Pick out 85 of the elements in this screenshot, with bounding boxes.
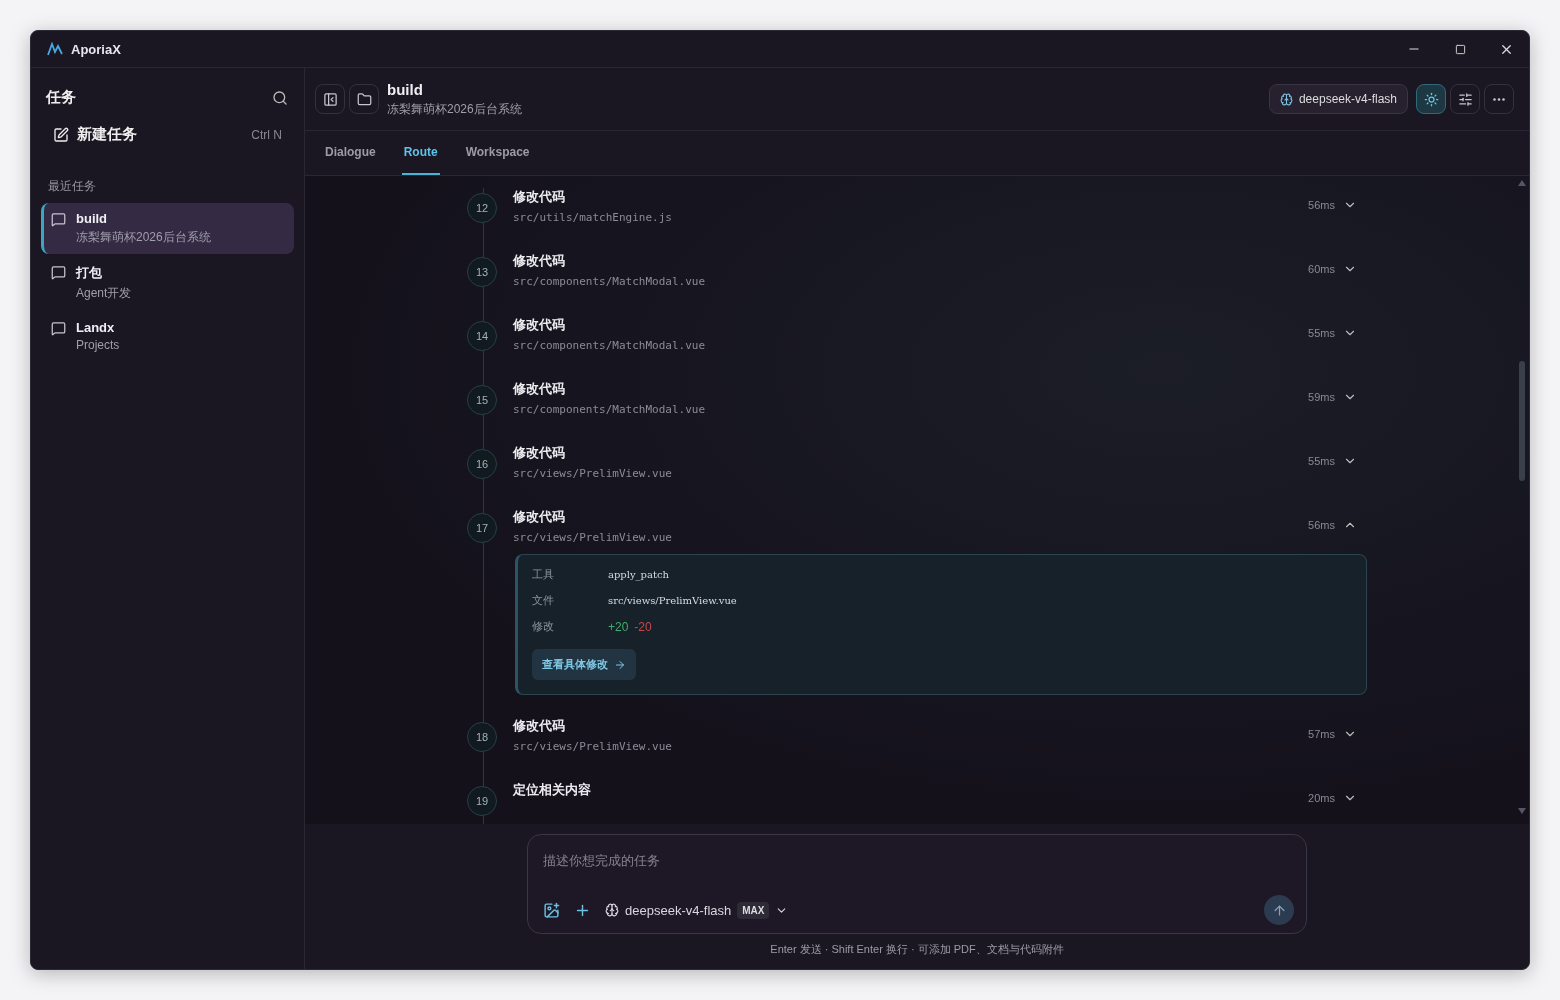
image-add-icon [543,901,560,919]
chat-icon [51,321,66,336]
task-item[interactable]: 打包 Agent开发 [41,256,294,310]
section-label: 最近任务 [47,178,97,195]
step-duration: 55ms [1308,327,1335,339]
sidebar-toggle-button[interactable] [315,84,345,114]
app-title: AporiaX [71,41,122,57]
tab[interactable]: Workspace [463,131,532,175]
removed-count: -20 [634,619,652,634]
settings-button[interactable] [1450,84,1480,114]
step-title: 修改代码 [513,717,566,735]
shortcut-label: Ctrl N [251,127,282,142]
task-title: 打包 [76,264,103,282]
step-duration: 55ms [1308,455,1335,467]
step-title: 修改代码 [513,508,566,526]
chat-icon [51,212,66,227]
step-number: 17 [467,513,497,543]
task-title: build [76,211,109,226]
sun-icon [1423,91,1439,107]
file-path: src/components/MatchModal.vue [513,403,707,416]
settings-icon [1457,91,1473,107]
folder-button[interactable] [349,84,379,114]
input-hint: Enter 发送 · Shift Enter 换行 · 可添加 PDF、文档与代码附件 [769,942,1065,957]
logo-icon [47,42,63,56]
detail-label: 文件 [532,593,555,608]
step-title: 修改代码 [513,316,566,334]
model-selector[interactable]: deepseek-v4-flash MAX [605,901,789,919]
arrow-right-icon [614,658,626,671]
search-button[interactable] [272,89,288,106]
step-number: 19 [467,786,497,816]
added-count: +20 [608,619,629,634]
task-item[interactable]: build 冻梨舞萌杯2026后台系统 [41,203,294,254]
detail-label: 工具 [532,567,555,582]
file-path: src/components/MatchModal.vue [513,339,707,352]
step-duration: 20ms [1308,792,1335,804]
task-subtitle: Projects [76,338,120,352]
task-subtitle: 冻梨舞萌杯2026后台系统 [387,100,523,118]
step-duration: 56ms [1308,199,1335,211]
task-item[interactable]: Landx Projects [41,312,294,360]
panel-icon [322,91,338,107]
file-path: src/views/PrelimView.vue [513,740,673,753]
task-title: Landx [76,320,116,335]
task-subtitle: Agent开发 [76,285,132,302]
task-title: build [387,80,424,98]
search-icon [272,89,288,106]
task-subtitle: 冻梨舞萌杯2026后台系统 [76,229,211,246]
brain-icon [1279,92,1293,106]
step-title: 修改代码 [513,380,566,398]
add-image-button[interactable] [543,901,560,919]
tab[interactable]: Dialogue [323,131,378,175]
step-duration: 60ms [1308,263,1335,275]
model-button[interactable]: deepseek-v4-flash [1268,84,1408,114]
step-duration: 57ms [1308,728,1335,740]
edit-icon [53,126,69,143]
step-number: 14 [467,321,497,351]
file-path: src/components/MatchModal.vue [513,275,707,288]
step-number: 15 [467,385,497,415]
step-number: 12 [467,193,497,223]
brain-icon [605,903,619,917]
detail-value: apply_patch [608,569,670,580]
maximize-icon [1454,43,1466,55]
max-badge: MAX [737,901,770,919]
step-number: 13 [467,257,497,287]
theme-button[interactable] [1416,84,1446,114]
step-number: 16 [467,449,497,479]
step-title: 修改代码 [513,188,566,206]
step-title: 定位相关内容 [513,781,592,799]
task-input-field[interactable]: 描述你想完成的任务 deepseek-v4-flash MAX [527,834,1307,934]
send-button[interactable] [1264,895,1294,925]
file-path: src/views/PrelimView.vue [513,467,673,480]
new-task-button[interactable]: 新建任务 Ctrl N [41,117,294,152]
chat-icon [51,265,66,280]
step-title: 修改代码 [513,444,566,462]
sidebar-title: 任务 [46,88,76,107]
detail-label: 修改 [532,619,555,634]
folder-icon [356,91,372,107]
detail-value: src/views/PrelimView.vue [608,595,737,606]
more-icon [1493,97,1505,101]
step-duration: 59ms [1308,391,1335,403]
step-number: 18 [467,722,497,752]
file-path: src/utils/matchEngine.js [513,211,673,224]
file-path: src/views/PrelimView.vue [513,531,673,544]
view-changes-button[interactable]: 查看具体修改 [532,649,636,680]
step-title: 修改代码 [513,252,566,270]
step-duration: 56ms [1308,519,1335,531]
